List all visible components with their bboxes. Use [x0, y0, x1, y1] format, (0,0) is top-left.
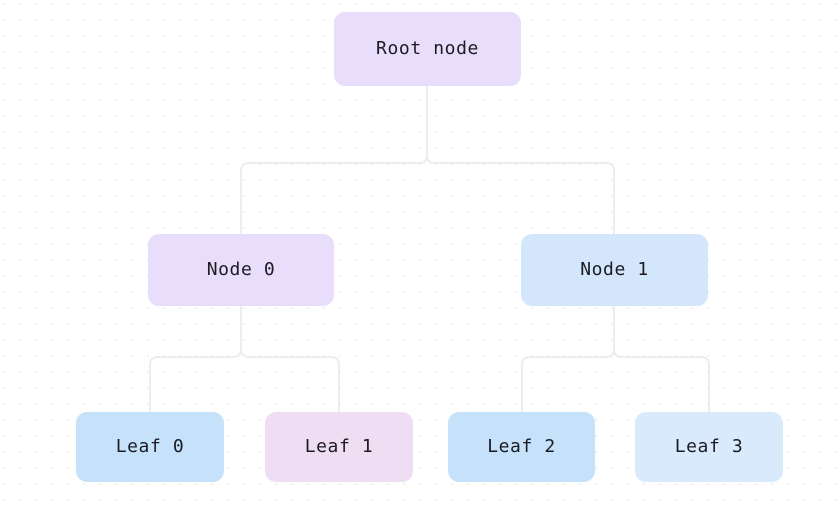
edge-root-to-node0 — [240, 85, 428, 235]
tree-node-leaf3[interactable]: Leaf 3 — [635, 412, 783, 482]
edge-node1-to-leaf3 — [613, 305, 710, 413]
tree-node-leaf0[interactable]: Leaf 0 — [76, 412, 224, 482]
tree-node-root[interactable]: Root node — [334, 12, 521, 86]
tree-node-label: Node 0 — [206, 259, 276, 280]
edge-root-to-node1 — [426, 85, 615, 235]
edge-node1-to-leaf2 — [521, 305, 615, 413]
tree-node-label: Root node — [376, 38, 479, 59]
tree-node-label: Leaf 1 — [304, 436, 374, 457]
tree-node-node0[interactable]: Node 0 — [148, 234, 334, 306]
tree-node-leaf2[interactable]: Leaf 2 — [448, 412, 595, 482]
edge-node0-to-leaf0 — [149, 305, 242, 413]
tree-node-node1[interactable]: Node 1 — [521, 234, 708, 306]
tree-node-leaf1[interactable]: Leaf 1 — [265, 412, 413, 482]
tree-node-label: Leaf 2 — [487, 436, 556, 457]
tree-node-label: Leaf 0 — [115, 436, 185, 457]
diagram-canvas[interactable]: Root node Node 0 Node 1 Leaf 0 Leaf 1 Leaf 2 L… — [0, 0, 838, 509]
edge-node0-to-leaf1 — [240, 305, 340, 413]
tree-node-label: Node 1 — [580, 259, 649, 280]
tree-node-label: Leaf 3 — [674, 436, 744, 457]
